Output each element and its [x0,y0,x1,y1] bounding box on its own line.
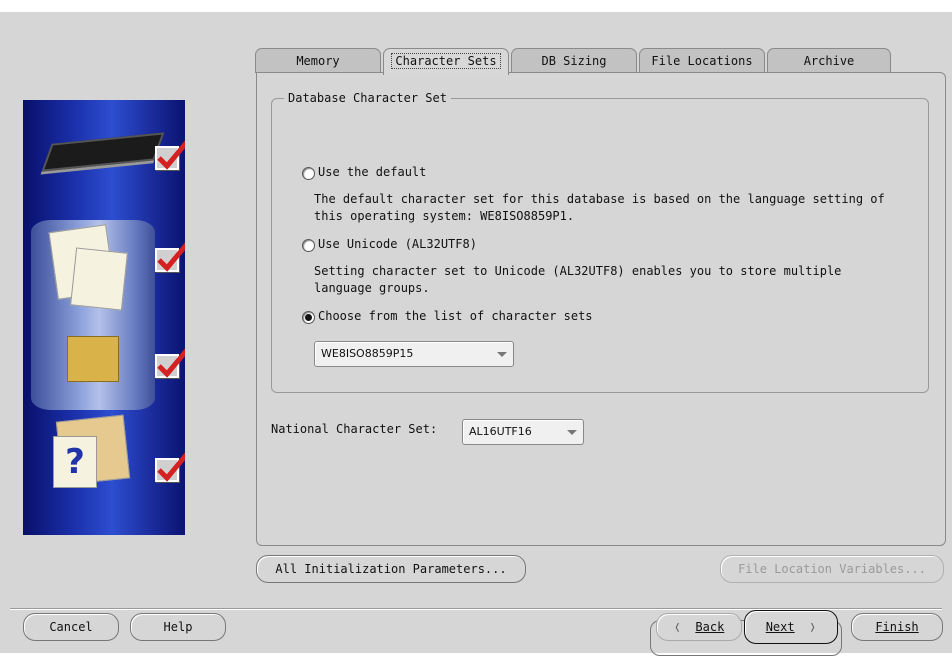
chevron-left-icon: ❬ [673,620,696,634]
tab-memory[interactable]: Memory [255,48,381,73]
help-document-icon: ? [53,436,97,488]
step-checkbox-shapes [155,348,185,378]
radio-use-unicode-label[interactable]: Use Unicode (AL32UTF8) [318,237,477,251]
use-default-description: The default character set for this datab… [314,192,885,223]
radio-use-default[interactable] [302,167,315,180]
step-checkbox-database [155,242,185,272]
charset-select[interactable]: WE8ISO8859P15 [314,341,514,367]
red-check-icon [157,348,185,378]
red-check-icon [157,452,185,482]
red-check-icon [157,140,185,170]
database-charset-legend: Database Character Set [288,91,447,105]
back-label: Back [695,620,725,634]
radio-use-default-label[interactable]: Use the default [318,165,426,179]
radio-use-unicode[interactable] [302,239,315,252]
red-check-icon [157,242,185,272]
national-charset-value: AL16UTF16 [469,425,532,438]
dbca-window: ? Memory Character Sets DB Sizing File L… [0,12,952,656]
tab-file-locations[interactable]: File Locations [639,48,765,73]
tab-db-sizing[interactable]: DB Sizing [511,48,637,73]
help-button[interactable]: Help [130,613,226,641]
national-charset-label: National Character Set: [271,422,438,436]
cancel-button[interactable]: Cancel [23,613,119,641]
memory-chip-icon [41,132,165,172]
file-location-vars-button[interactable]: File Location Variables... [720,555,944,583]
back-button[interactable]: ❬ Back [656,613,742,641]
step-checkbox-memory [155,140,185,170]
documents-icon-sheet [70,247,128,311]
finish-button[interactable]: Finish [851,613,943,641]
charset-select-value: WE8ISO8859P15 [321,347,414,360]
national-charset-select[interactable]: AL16UTF16 [462,419,584,445]
chevron-right-icon: ❭ [794,620,817,634]
radio-choose-from-list-label[interactable]: Choose from the list of character sets [318,309,593,323]
finish-label: Finish [875,620,919,634]
chevron-down-icon [567,430,577,435]
tab-character-sets[interactable]: Character Sets [383,48,509,75]
character-sets-panel: Database Character Set Use the default T… [256,72,946,546]
next-label: Next [765,620,795,634]
chevron-down-icon [497,352,507,357]
wizard-step-illustration: ? [23,100,185,535]
tab-archive[interactable]: Archive [767,48,891,73]
radio-choose-from-list[interactable] [302,311,315,324]
shapes-icon [67,336,119,382]
next-button[interactable]: Next ❭ [744,610,838,644]
step-checkbox-folders [155,452,185,482]
database-charset-group: Database Character Set Use the default T… [271,91,929,393]
all-init-params-button[interactable]: All Initialization Parameters... [256,555,526,583]
use-unicode-description: Setting character set to Unicode (AL32UT… [314,264,842,295]
